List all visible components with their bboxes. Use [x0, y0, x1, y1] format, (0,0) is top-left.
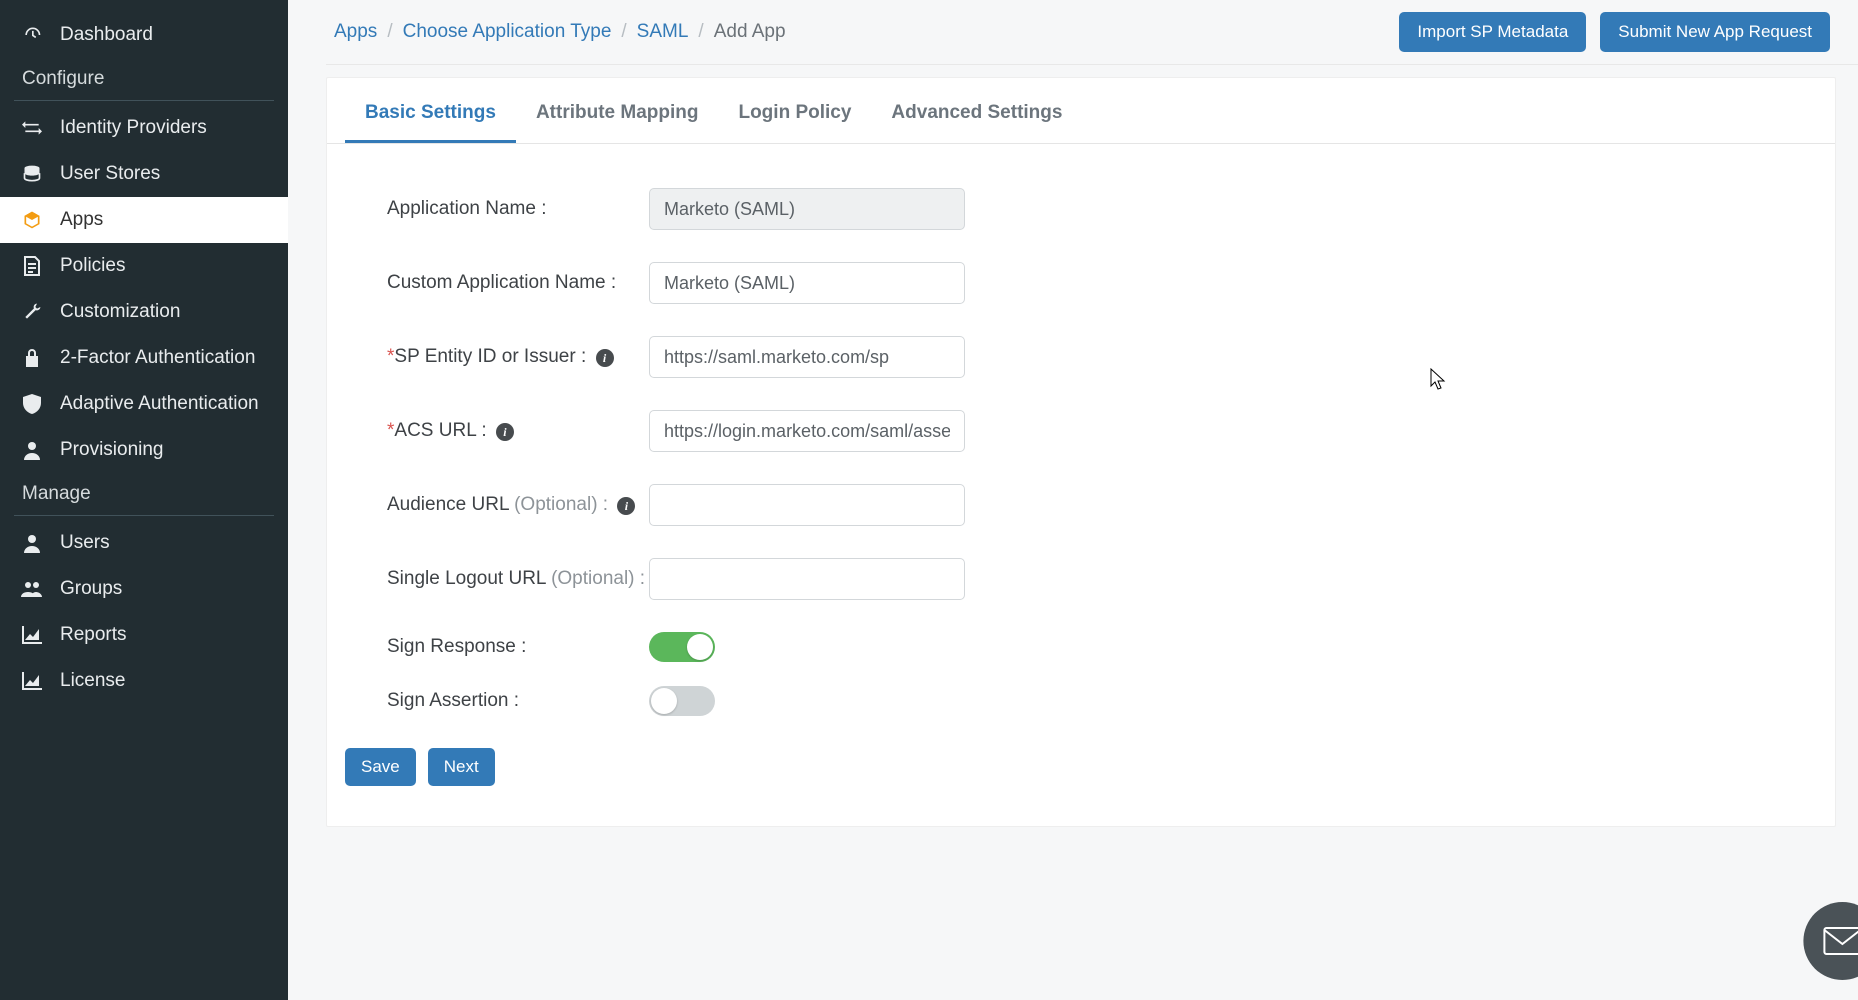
user-icon — [18, 533, 46, 553]
sidebar-item-label: Adaptive Authentication — [60, 393, 259, 415]
sidebar-item-provisioning[interactable]: Provisioning — [0, 427, 288, 473]
field-audience-url: Audience URL (Optional) : i — [387, 484, 1815, 526]
sidebar-divider — [14, 515, 274, 516]
sidebar-divider — [14, 100, 274, 101]
sidebar-item-reports[interactable]: Reports — [0, 612, 288, 658]
info-icon[interactable]: i — [496, 423, 514, 441]
breadcrumb-choose-type[interactable]: Choose Application Type — [403, 21, 612, 43]
lock-icon — [18, 348, 46, 368]
form-card: Basic Settings Attribute Mapping Login P… — [326, 77, 1836, 827]
field-single-logout-url: Single Logout URL (Optional) : — [387, 558, 1815, 600]
submit-new-app-request-button[interactable]: Submit New App Request — [1600, 12, 1830, 52]
sidebar-item-label: Provisioning — [60, 439, 164, 461]
sidebar-item-label: Dashboard — [60, 24, 153, 46]
wrench-icon — [18, 302, 46, 322]
application-name-input — [649, 188, 965, 230]
sidebar-item-customization[interactable]: Customization — [0, 289, 288, 335]
field-acs-url: *ACS URL : i — [387, 410, 1815, 452]
sp-entity-id-label: *SP Entity ID or Issuer : i — [387, 344, 649, 371]
custom-application-name-input[interactable] — [649, 262, 965, 304]
next-button[interactable]: Next — [428, 748, 495, 786]
sidebar-item-label: Identity Providers — [60, 117, 207, 139]
save-button[interactable]: Save — [345, 748, 416, 786]
sign-assertion-toggle[interactable] — [649, 686, 715, 716]
topbar: Apps / Choose Application Type / SAML / … — [326, 0, 1858, 65]
breadcrumb-separator: / — [621, 21, 626, 43]
sidebar-item-label: Reports — [60, 624, 127, 646]
breadcrumb-current: Add App — [714, 21, 786, 43]
exchange-icon — [18, 120, 46, 136]
sign-assertion-label: Sign Assertion : — [387, 688, 649, 715]
sidebar-item-label: Customization — [60, 301, 180, 323]
acs-url-input[interactable] — [649, 410, 965, 452]
dashboard-icon — [18, 25, 46, 45]
sidebar-item-user-stores[interactable]: User Stores — [0, 151, 288, 197]
tabs: Basic Settings Attribute Mapping Login P… — [327, 78, 1835, 144]
field-sign-response: Sign Response : — [387, 632, 1815, 662]
field-sign-assertion: Sign Assertion : — [387, 686, 1815, 716]
database-icon — [18, 164, 46, 184]
cube-icon — [18, 210, 46, 230]
sidebar-item-label: Policies — [60, 255, 125, 277]
mail-icon — [1822, 926, 1858, 956]
custom-application-name-label: Custom Application Name : — [387, 270, 649, 297]
tab-login-policy[interactable]: Login Policy — [718, 78, 871, 143]
main-content: Apps / Choose Application Type / SAML / … — [288, 0, 1858, 1000]
sidebar-item-label: User Stores — [60, 163, 160, 185]
user-icon — [18, 440, 46, 460]
sidebar-item-license[interactable]: License — [0, 658, 288, 704]
sidebar-item-adaptive-auth[interactable]: Adaptive Authentication — [0, 381, 288, 427]
single-logout-url-input[interactable] — [649, 558, 965, 600]
import-sp-metadata-button[interactable]: Import SP Metadata — [1399, 12, 1586, 52]
tab-basic-settings[interactable]: Basic Settings — [345, 78, 516, 143]
sidebar-item-label: License — [60, 670, 126, 692]
sign-response-toggle[interactable] — [649, 632, 715, 662]
chart-icon — [18, 672, 46, 690]
sidebar-section-manage: Manage — [0, 473, 288, 511]
sidebar: Dashboard Configure Identity Providers U… — [0, 0, 288, 1000]
sidebar-item-label: 2-Factor Authentication — [60, 347, 255, 369]
breadcrumb-separator: / — [698, 21, 703, 43]
breadcrumb-apps[interactable]: Apps — [334, 21, 377, 43]
sidebar-item-identity-providers[interactable]: Identity Providers — [0, 105, 288, 151]
tab-advanced-settings[interactable]: Advanced Settings — [871, 78, 1082, 143]
chart-icon — [18, 626, 46, 644]
sidebar-item-groups[interactable]: Groups — [0, 566, 288, 612]
breadcrumb-separator: / — [387, 21, 392, 43]
breadcrumb-saml[interactable]: SAML — [637, 21, 689, 43]
acs-url-label: *ACS URL : i — [387, 418, 649, 445]
sidebar-section-configure: Configure — [0, 58, 288, 96]
audience-url-input[interactable] — [649, 484, 965, 526]
sidebar-item-policies[interactable]: Policies — [0, 243, 288, 289]
tab-attribute-mapping[interactable]: Attribute Mapping — [516, 78, 719, 143]
sidebar-item-apps[interactable]: Apps — [0, 197, 288, 243]
form-actions: Save Next — [345, 748, 1835, 786]
info-icon[interactable]: i — [596, 349, 614, 367]
sidebar-item-users[interactable]: Users — [0, 520, 288, 566]
single-logout-url-label: Single Logout URL (Optional) : — [387, 566, 649, 593]
users-icon — [18, 580, 46, 598]
field-application-name: Application Name : — [387, 188, 1815, 230]
info-icon[interactable]: i — [617, 497, 635, 515]
shield-icon — [18, 394, 46, 414]
field-sp-entity-id: *SP Entity ID or Issuer : i — [387, 336, 1815, 378]
document-icon — [18, 256, 46, 276]
sidebar-item-2fa[interactable]: 2-Factor Authentication — [0, 335, 288, 381]
sidebar-item-dashboard[interactable]: Dashboard — [0, 12, 288, 58]
sp-entity-id-input[interactable] — [649, 336, 965, 378]
sidebar-item-label: Apps — [60, 209, 103, 231]
application-name-label: Application Name : — [387, 196, 649, 223]
field-custom-application-name: Custom Application Name : — [387, 262, 1815, 304]
sidebar-item-label: Users — [60, 532, 110, 554]
breadcrumb: Apps / Choose Application Type / SAML / … — [334, 21, 786, 43]
sign-response-label: Sign Response : — [387, 634, 649, 661]
sidebar-item-label: Groups — [60, 578, 122, 600]
audience-url-label: Audience URL (Optional) : i — [387, 492, 649, 519]
basic-settings-form: Application Name : Custom Application Na… — [327, 144, 1835, 716]
topbar-actions: Import SP Metadata Submit New App Reques… — [1399, 12, 1830, 52]
